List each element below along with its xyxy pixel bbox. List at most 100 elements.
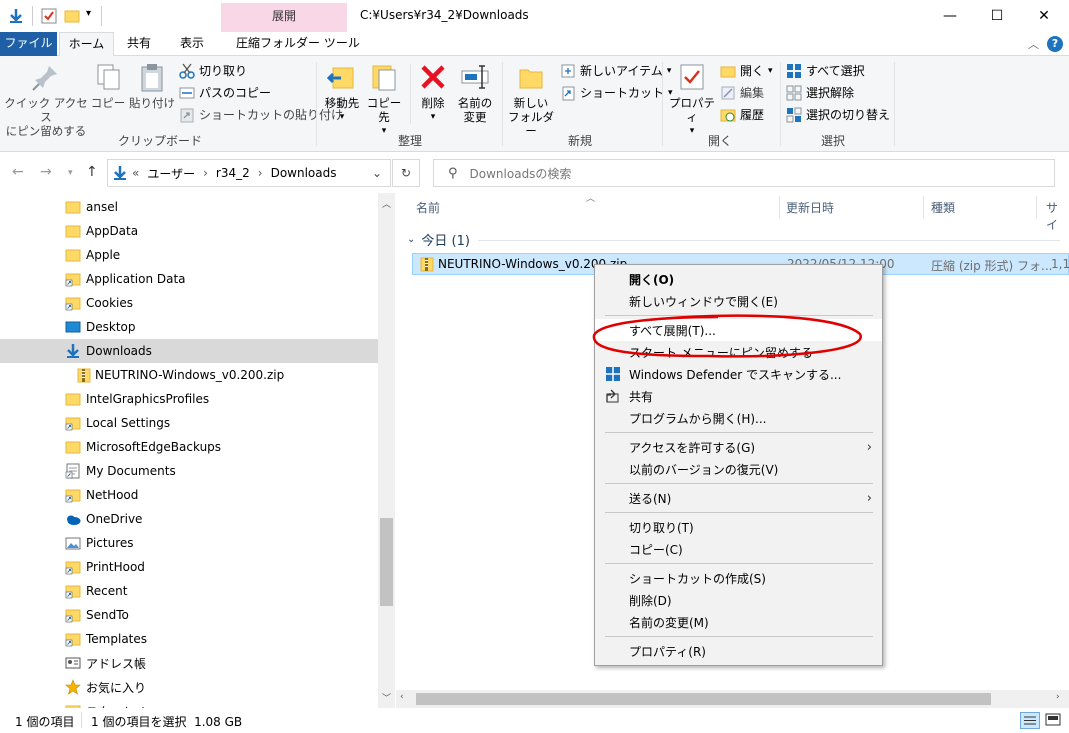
downloads-arrow-icon[interactable] (8, 8, 24, 24)
context-menu-item[interactable]: 削除(D) (595, 589, 882, 611)
dropdown-arrow-icon: ▾ (768, 66, 773, 76)
paste-shortcut-button[interactable]: ショートカットの貼り付け (179, 105, 343, 125)
invert-selection-button[interactable]: 選択の切り替え (786, 105, 890, 125)
file-list-scroll-thumb[interactable] (416, 693, 991, 705)
paste-button[interactable]: 貼り付け (128, 62, 176, 110)
properties-button[interactable]: プロパティ ▾ (666, 62, 718, 138)
help-icon[interactable]: ? (1047, 36, 1063, 52)
context-menu-label: プログラムから開く(H)... (629, 411, 767, 426)
nav-tree-item[interactable]: NEUTRINO-Windows_v0.200.zip (0, 363, 378, 387)
context-menu-item[interactable]: プロパティ(R) (595, 640, 882, 662)
nav-tree-item[interactable]: MicrosoftEdgeBackups (0, 435, 378, 459)
nav-tree-item[interactable]: Downloads (0, 339, 378, 363)
scroll-left-arrow-icon[interactable]: ‹ (400, 692, 404, 702)
tab-view[interactable]: 表示 (170, 32, 214, 56)
quick-access-dropdown-icon[interactable]: ▾ (86, 8, 91, 19)
column-header-modified[interactable]: 更新日時 (786, 199, 834, 216)
cut-button[interactable]: 切り取り (179, 61, 343, 81)
nav-tree-item[interactable]: AppData (0, 219, 378, 243)
breadcrumb-overflow[interactable]: « (132, 166, 139, 180)
context-menu-item[interactable]: 送る(N) › (595, 487, 882, 509)
recent-locations-chevron-icon[interactable]: ▾ (68, 168, 73, 178)
context-menu-item[interactable]: 新しいウィンドウで開く(E) (595, 290, 882, 312)
column-header-name[interactable]: 名前 (416, 199, 440, 216)
tab-file[interactable]: ファイル (0, 32, 57, 56)
copy-path-button[interactable]: パスのコピー (179, 83, 343, 103)
context-menu-item[interactable]: 開く(O) (595, 268, 882, 290)
nav-tree-item[interactable]: OneDrive (0, 507, 378, 531)
move-to-button[interactable]: 移動先 ▾ (320, 62, 364, 124)
context-menu-item[interactable]: 共有 (595, 385, 882, 407)
nav-tree-item[interactable]: Local Settings (0, 411, 378, 435)
column-header-size[interactable]: サイ (1046, 199, 1069, 233)
properties-check-icon[interactable] (41, 8, 57, 24)
edit-button[interactable]: 編集 (720, 83, 773, 103)
select-none-button[interactable]: 選択解除 (786, 83, 890, 103)
nav-tree-item[interactable]: SendTo (0, 603, 378, 627)
new-folder-button[interactable]: 新しい フォルダー (506, 62, 556, 138)
back-arrow-icon[interactable]: ← (12, 164, 24, 180)
nav-tree-item[interactable]: Desktop (0, 315, 378, 339)
nav-tree-item[interactable]: ansel (0, 195, 378, 219)
context-menu-item[interactable]: プログラムから開く(H)... (595, 407, 882, 429)
details-view-icon[interactable] (1020, 712, 1040, 729)
address-dropdown-chevron-icon[interactable]: ⌄ (372, 166, 382, 180)
new-folder-icon[interactable] (64, 8, 80, 24)
nav-tree-item[interactable]: Apple (0, 243, 378, 267)
minimize-button[interactable]: — (927, 0, 973, 32)
context-menu-item[interactable]: 以前のバージョンの復元(V) (595, 458, 882, 480)
context-menu-item[interactable]: コピー(C) (595, 538, 882, 560)
group-header-today[interactable]: ⌄ 今日 (1) (407, 230, 470, 249)
ribbon: クイック アクセス にピン留めする コピー 貼り付け 切り取り パスのコピー シ… (0, 56, 1069, 152)
copy-button[interactable]: コピー (90, 62, 126, 110)
scroll-up-arrow-icon[interactable]: ︿ (382, 197, 391, 210)
close-button[interactable]: ✕ (1021, 0, 1067, 32)
tab-home[interactable]: ホーム (59, 32, 114, 57)
nav-tree-item[interactable]: Recent (0, 579, 378, 603)
breadcrumb-users[interactable]: ユーザー (147, 165, 195, 182)
context-menu-item[interactable]: アクセスを許可する(G) › (595, 436, 882, 458)
navigation-pane-scrollbar[interactable]: ︿ ﹀ (378, 193, 395, 708)
nav-tree-item[interactable]: お気に入り (0, 675, 378, 699)
nav-tree-item[interactable]: NetHood (0, 483, 378, 507)
rename-button[interactable]: 名前の 変更 (454, 62, 496, 124)
context-menu-item[interactable]: 切り取り(T) (595, 516, 882, 538)
select-all-button[interactable]: すべて選択 (786, 61, 890, 81)
breadcrumb-downloads[interactable]: Downloads (271, 166, 337, 180)
context-menu-item[interactable]: ショートカットの作成(S) (595, 567, 882, 589)
refresh-button[interactable]: ↻ (392, 159, 420, 187)
tab-share[interactable]: 共有 (117, 32, 161, 56)
search-input[interactable]: ⚲ Downloadsの検索 (433, 159, 1055, 187)
open-button[interactable]: 開く ▾ (720, 61, 773, 81)
nav-tree-item[interactable]: My Documents (0, 459, 378, 483)
tab-compressed-folder-tools[interactable]: 圧縮フォルダー ツール (226, 32, 370, 56)
breadcrumb-user[interactable]: r34_2 (216, 166, 250, 180)
nav-tree-item[interactable]: Pictures (0, 531, 378, 555)
scroll-right-arrow-icon[interactable]: › (1056, 692, 1060, 702)
new-item-button[interactable]: 新しいアイテム ▾ (560, 61, 673, 81)
shortcut-button[interactable]: ショートカット ▾ (560, 83, 673, 103)
nav-tree-item[interactable]: PrintHood (0, 555, 378, 579)
up-arrow-icon[interactable]: ↑ (86, 164, 98, 180)
context-tab-group-extract: 展開 (221, 3, 347, 32)
scroll-down-arrow-icon[interactable]: ﹀ (382, 691, 391, 704)
collapse-ribbon-icon[interactable]: ︿ (1028, 36, 1039, 52)
column-header-type[interactable]: 種類 (931, 199, 955, 216)
nav-tree-item[interactable]: IntelGraphicsProfiles (0, 387, 378, 411)
nav-tree-item[interactable]: Cookies (0, 291, 378, 315)
delete-button[interactable]: 削除 ▾ (414, 62, 452, 124)
context-menu-item[interactable]: Windows Defender でスキャンする... (595, 363, 882, 385)
context-menu-item[interactable]: 名前の変更(M) (595, 611, 882, 633)
navigation-pane-scroll-thumb[interactable] (380, 518, 393, 606)
nav-tree-item[interactable]: Application Data (0, 267, 378, 291)
forward-arrow-icon[interactable]: → (40, 164, 52, 180)
history-button[interactable]: 履歴 (720, 105, 773, 125)
address-bar[interactable]: « ユーザー › r34_2 › Downloads ⌄ (107, 159, 391, 187)
maximize-button[interactable]: ☐ (974, 0, 1020, 32)
large-icons-view-icon[interactable] (1044, 712, 1062, 729)
nav-tree-item[interactable]: Templates (0, 627, 378, 651)
nav-tree-label: Local Settings (86, 416, 171, 430)
nav-tree-item[interactable]: アドレス帳 (0, 651, 378, 675)
pin-quick-access-button[interactable]: クイック アクセス にピン留めする (4, 62, 88, 138)
copy-to-button[interactable]: コピー先 ▾ (362, 62, 406, 138)
